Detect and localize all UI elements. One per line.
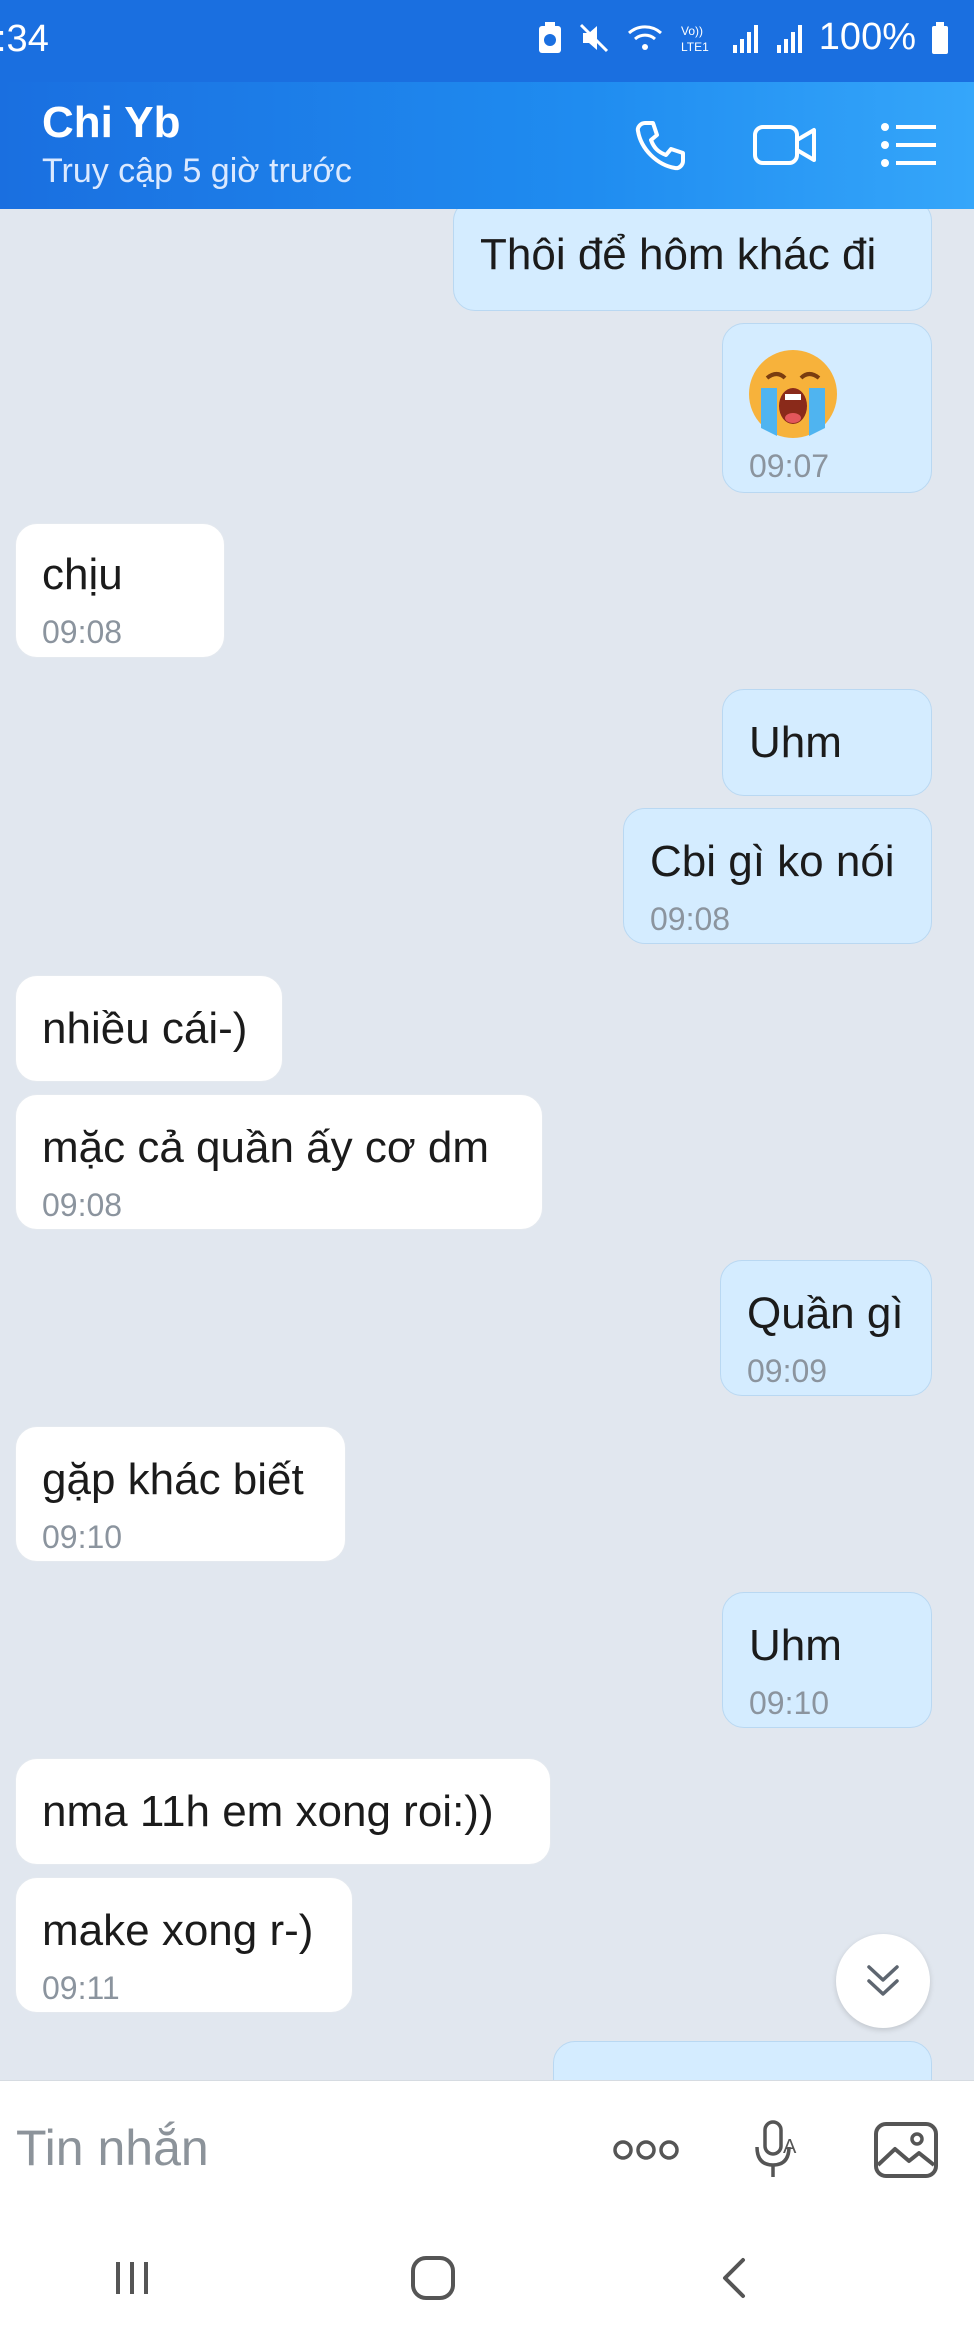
message-text: nma 11h em xong roi:)): [42, 1787, 494, 1836]
menu-list-icon[interactable]: [876, 112, 942, 178]
system-navigation-bar: [0, 2216, 974, 2340]
video-call-icon[interactable]: [752, 112, 818, 178]
message-text: make xong r-): [42, 1906, 314, 1955]
message-time: 09:10: [749, 1685, 830, 1721]
volte-icon: Vo)) LTE1: [681, 24, 709, 54]
contact-name[interactable]: Chi Yb: [42, 98, 181, 148]
message-bubble-incoming[interactable]: nhiều cái-): [15, 975, 283, 1082]
message-text: nhiều cái-): [42, 1004, 248, 1053]
battery-percent: 100%: [818, 16, 916, 58]
svg-text:A: A: [783, 2136, 797, 2158]
double-chevron-down-icon: [867, 1965, 899, 1996]
message-bubble-outgoing[interactable]: Uhm 09:10: [722, 1592, 932, 1728]
message-time: 09:10: [42, 1519, 123, 1555]
message-time: 09:11: [42, 1970, 120, 2006]
message-text: Uhm: [749, 718, 842, 767]
back-icon[interactable]: [700, 2248, 770, 2308]
status-bar: :34 Vo)) LTE1 100%: [0, 0, 974, 82]
message-text: gặp khác biết: [42, 1455, 304, 1504]
signal-icon-2: [776, 24, 802, 53]
message-bubble-incoming[interactable]: make xong r-) 09:11: [15, 1877, 353, 2013]
svg-text:LTE1: LTE1: [681, 40, 709, 54]
scroll-to-bottom-button[interactable]: [836, 1934, 930, 2028]
message-bubble-incoming[interactable]: nma 11h em xong roi:)): [15, 1758, 551, 1865]
message-time: 09:09: [747, 1353, 828, 1389]
wifi-icon: [627, 24, 662, 50]
home-icon[interactable]: [398, 2248, 468, 2308]
svg-text:Vo)): Vo)): [681, 24, 703, 38]
message-text: Cbi gì ko nói: [650, 837, 895, 886]
message-bubble-incoming[interactable]: mặc cả quần ấy cơ dm 09:08: [15, 1094, 543, 1230]
message-bubble-outgoing-partial[interactable]: [553, 2041, 932, 2080]
message-time: 09:08: [42, 614, 123, 650]
message-bubble-outgoing[interactable]: Quần gì 09:09: [720, 1260, 932, 1396]
message-bubble-outgoing[interactable]: Uhm: [722, 689, 932, 796]
message-bubble-incoming[interactable]: gặp khác biết 09:10: [15, 1426, 346, 1562]
message-time: 09:08: [650, 901, 731, 937]
recent-apps-icon[interactable]: [97, 2248, 167, 2308]
message-text: chịu: [42, 550, 123, 599]
image-icon[interactable]: [868, 2115, 944, 2185]
battery-saver-icon: [538, 21, 561, 53]
status-icons: Vo)) LTE1 100%: [537, 16, 950, 59]
message-composer: Tin nhắn A: [0, 2080, 974, 2217]
message-input[interactable]: Tin nhắn: [16, 2119, 209, 2177]
chat-header: Chi Yb Truy cập 5 giờ trước: [0, 82, 974, 209]
mute-icon: [579, 23, 608, 52]
status-time: :34: [0, 18, 49, 60]
crying-face-emoji: [749, 350, 837, 438]
message-bubble-incoming[interactable]: chịu 09:08: [15, 523, 225, 658]
phone-icon[interactable]: [626, 112, 692, 178]
message-bubble-outgoing[interactable]: Cbi gì ko nói 09:08: [623, 808, 932, 944]
message-text: Uhm: [749, 1621, 842, 1670]
message-text: Thôi để hôm khác đi: [480, 230, 877, 279]
signal-icon: [732, 24, 758, 53]
voice-to-text-icon[interactable]: A: [740, 2115, 816, 2185]
last-seen-status: Truy cập 5 giờ trước: [42, 152, 352, 190]
battery-icon: [932, 21, 948, 54]
message-text: mặc cả quần ấy cơ dm: [42, 1123, 490, 1172]
more-options-icon[interactable]: [608, 2115, 684, 2185]
message-bubble-outgoing[interactable]: 09:07: [722, 323, 932, 493]
message-time: 09:07: [749, 448, 830, 484]
message-bubble-outgoing[interactable]: Thôi để hôm khác đi: [453, 209, 932, 311]
message-time: 09:08: [42, 1187, 123, 1223]
message-list[interactable]: Thôi để hôm khác đi 09:07 chịu 09:08 Uhm…: [0, 209, 974, 2080]
message-text: Quần gì: [747, 1289, 904, 1338]
